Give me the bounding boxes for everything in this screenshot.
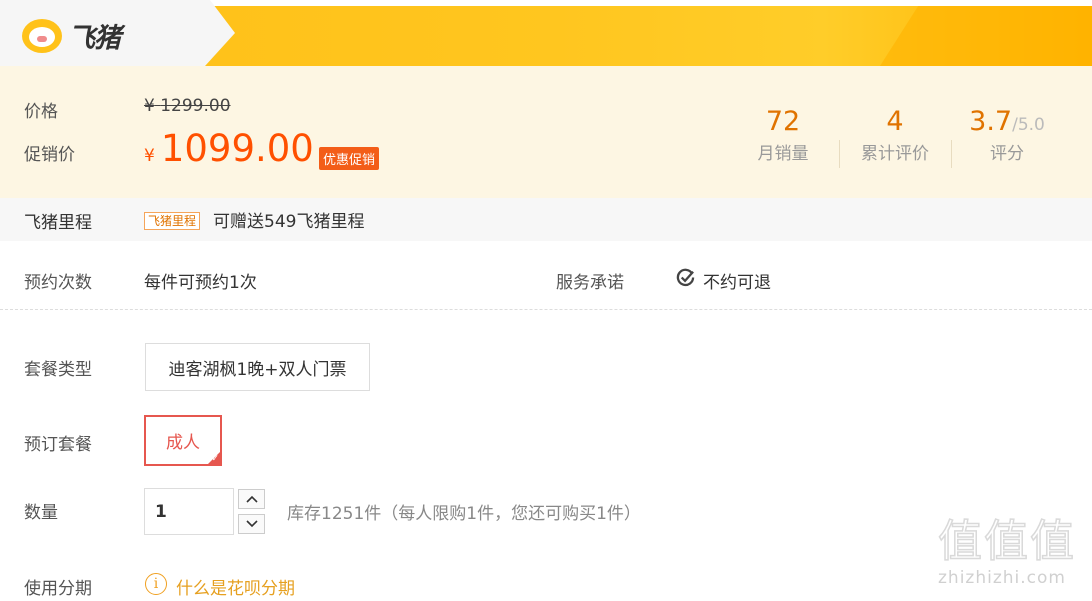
mileage-label: 飞猪里程 [24,213,92,233]
sale-price: ¥ 1099.00 [144,127,314,170]
selected-check-icon: ✓ [211,454,219,464]
quantity-input[interactable] [144,488,234,535]
service-value[interactable]: 不约可退 [703,268,771,293]
quantity-label: 数量 [24,503,58,523]
logo-text: 飞猪 [68,23,121,54]
pig-logo-icon [22,18,62,53]
package-type-label: 套餐类型 [24,360,92,380]
divider [0,309,1092,310]
quantity-increase-button[interactable] [238,489,265,509]
sale-currency: ¥ [144,146,155,166]
stat-label: 月销量 [757,144,809,164]
booking-limit-value: 每件可预约1次 [144,273,257,293]
package-option[interactable]: 迪客湖枫1晚+双人门票 [145,343,370,391]
original-currency: ¥ [144,96,155,116]
book-package-label: 预订套餐 [24,435,92,455]
chevron-down-icon [245,520,258,528]
promo-badge: 优惠促销 [319,147,380,170]
price-label: 价格 [24,102,58,122]
watermark-logo: 值值值 [937,515,1076,568]
sale-price-label: 促销价 [24,145,75,165]
stat-max: /5.0 [1012,115,1045,135]
watermark-url: zhizhizhi.com [938,568,1066,588]
installment-label: 使用分期 [24,579,92,599]
stats-group: 72 月销量 4 累计评价 3.7/5.0 评分 [727,106,1063,168]
check-circle-icon [676,268,695,287]
mileage-text: 可赠送549飞猪里程 [213,212,365,232]
stat-rating: 3.7/5.0 评分 [951,106,1063,168]
adult-option-label: 成人 [166,433,200,453]
stat-value: 72 [765,106,801,137]
original-price: ¥ 1299.00 [144,96,231,116]
stat-value: 3.7 [969,106,1013,137]
info-icon: i [145,573,167,595]
stat-label: 评分 [990,144,1024,164]
service-label: 服务承诺 [556,273,624,293]
booking-limit-label: 预约次数 [24,273,92,293]
top-banner: 飞猪 [0,0,1092,66]
stock-info: 库存1251件（每人限购1件，您还可购买1件） [287,504,641,524]
quantity-decrease-button[interactable] [238,514,265,534]
stat-value: 4 [886,106,904,137]
huabei-info-link[interactable]: 什么是花呗分期 [176,574,295,599]
mileage-badge: 飞猪里程 [144,212,201,230]
watermark: 值值值 zhizhizhi.com [937,515,1088,598]
stat-reviews[interactable]: 4 累计评价 [839,106,951,168]
fliggy-logo[interactable]: 飞猪 [22,16,121,55]
stat-label: 累计评价 [861,144,929,164]
adult-option[interactable]: 成人 ✓ [144,415,222,466]
sale-amount: 1099.00 [160,127,314,170]
chevron-up-icon [245,495,258,503]
original-amount: 1299.00 [160,96,231,116]
stat-monthly-sales: 72 月销量 [727,106,839,164]
